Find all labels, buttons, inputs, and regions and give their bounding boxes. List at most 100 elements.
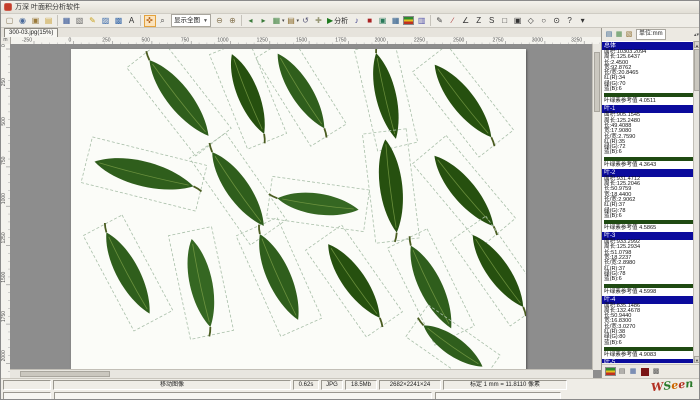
image-canvas[interactable] [10, 44, 601, 378]
svg-text:750: 750 [1, 156, 7, 165]
toolbar-separator [241, 15, 242, 26]
view-mode-dropdown[interactable]: 显示全图▼ [171, 14, 211, 27]
stats-table-icon[interactable]: ▤ [617, 367, 627, 377]
layer-settings-icon[interactable]: ▤ [285, 15, 297, 27]
angle-tool-icon[interactable]: ∠ [460, 15, 472, 27]
help-icon[interactable]: ? [564, 15, 576, 27]
scroll-thumb[interactable] [20, 371, 110, 377]
status-calibration-cell: 标定 1 mm = 11.8110 像素 [443, 380, 567, 390]
svg-text:0: 0 [69, 38, 72, 44]
canvas-horizontal-scrollbar[interactable] [10, 369, 593, 378]
measurement-row: 蓝(B):6 [602, 341, 695, 346]
chevron-down-icon: ▼ [203, 16, 208, 26]
magnifier-icon[interactable]: ⌕ [157, 15, 169, 27]
more-tools-icon[interactable]: ▾ [577, 15, 589, 27]
stop-icon[interactable]: ■ [364, 15, 376, 27]
analyze-button[interactable]: ▶分析 [327, 16, 348, 26]
leaf-color-swatch [604, 157, 693, 161]
leaf-blade [426, 58, 500, 144]
ellipse-tool-icon[interactable]: ⊙ [551, 15, 563, 27]
zoom-out-icon[interactable]: ⊖ [213, 15, 225, 27]
color-bar-icon[interactable] [403, 16, 414, 25]
leaf-stem [261, 134, 267, 143]
leaf-blade [92, 150, 197, 199]
filled-rect-tool-icon[interactable]: ▣ [512, 15, 524, 27]
export-icon[interactable]: ▧ [624, 30, 634, 40]
open-image-icon[interactable]: ▢ [4, 15, 16, 27]
leaf-blade [269, 49, 333, 134]
svg-text:1000: 1000 [1, 193, 7, 204]
status-size-cell: 18.5Mb [345, 380, 377, 390]
save-results-icon[interactable]: ▦ [628, 367, 638, 377]
print-icon[interactable]: ▧ [74, 15, 86, 27]
svg-text:2250: 2250 [414, 38, 425, 44]
marker-icon[interactable]: ✚ [312, 15, 324, 27]
record-icon[interactable] [641, 368, 649, 376]
camera-icon[interactable]: ◉ [17, 15, 29, 27]
unit-dropdown[interactable]: 单位:mm [636, 29, 666, 40]
svg-text:3250: 3250 [571, 38, 582, 44]
sound-icon[interactable]: ♪ [351, 15, 363, 27]
leaf-blade [374, 138, 408, 234]
leaf [451, 216, 526, 327]
paste-icon[interactable]: ▩ [113, 15, 125, 27]
leaf [412, 49, 514, 158]
chlorophyll-reference: 叶绿素参考值 4.5998 [602, 289, 695, 295]
application-window: 万深 叶面积分析软件 ▢◉▣▤▦▧✎▨▩A✜⌕显示全图▼⊖⊕◂▸▦▾▤▾↺✚▶分… [0, 0, 700, 400]
leaf-stem [521, 307, 526, 316]
zoom-in-icon[interactable]: ⊕ [226, 15, 238, 27]
save-icon[interactable]: ▦ [61, 15, 73, 27]
table-icon[interactable]: ▦ [390, 15, 402, 27]
color-scale-icon[interactable] [605, 367, 616, 376]
text-tool-icon[interactable]: A [126, 15, 138, 27]
status-mode-cell: 移动图像 [53, 380, 291, 390]
table-view-icon[interactable]: ▤ [604, 30, 614, 40]
status-message-cell [54, 392, 432, 400]
scroll-down-arrow[interactable]: ▼ [694, 356, 700, 363]
copy-icon[interactable]: ▨ [100, 15, 112, 27]
scroll-up-arrow[interactable]: ▲ [694, 41, 700, 48]
leaf-stem [416, 318, 425, 326]
svg-text:2500: 2500 [453, 38, 464, 44]
prev-image-icon[interactable]: ◂ [244, 15, 256, 27]
svg-text:1000: 1000 [217, 38, 228, 44]
analyze-label: 分析 [334, 16, 348, 26]
pen-tool-icon[interactable]: ✎ [434, 15, 446, 27]
next-image-icon[interactable]: ▸ [257, 15, 269, 27]
line-measure-icon[interactable]: ∕ [447, 15, 459, 27]
measurement-row: 蓝(B):6 [602, 87, 695, 92]
hand-tool-icon[interactable]: ✜ [144, 15, 156, 27]
svg-text:0: 0 [1, 44, 7, 47]
chart-view-icon[interactable]: ▦ [614, 30, 624, 40]
photo-icon[interactable]: ▣ [377, 15, 389, 27]
svg-text:1500: 1500 [1, 271, 7, 282]
leaf-color-swatch [604, 220, 693, 224]
leaf-result-section: 叶-1面积:905.1545周长:125.2480长:49.4088宽:17.9… [602, 105, 695, 167]
polygon-tool-icon[interactable]: ◇ [525, 15, 537, 27]
canvas-vertical-scrollbar[interactable] [592, 44, 601, 370]
folder-icon[interactable]: ▤ [43, 15, 55, 27]
leaf-blade [319, 238, 389, 325]
grid-settings-icon[interactable]: ▦ [270, 15, 282, 27]
curve-tool-icon[interactable]: S [486, 15, 498, 27]
scroll-thumb[interactable] [694, 49, 700, 91]
play-icon: ▶ [327, 16, 333, 25]
svg-text:2750: 2750 [492, 38, 503, 44]
svg-text:500: 500 [1, 117, 7, 126]
leaf-stem [407, 236, 414, 245]
undo-icon[interactable]: ↺ [299, 15, 311, 27]
scroll-thumb[interactable] [594, 52, 600, 112]
polyline-tool-icon[interactable]: Z [473, 15, 485, 27]
circle-tool-icon[interactable]: ○ [538, 15, 550, 27]
section-header[interactable]: 叶-5 [602, 359, 695, 363]
scanned-leaf-image[interactable] [71, 49, 526, 370]
rect-tool-icon[interactable]: □ [499, 15, 511, 27]
settings-icon[interactable]: ▩ [651, 367, 661, 377]
leaf-color-swatch [604, 347, 693, 351]
report-icon[interactable]: ▥ [416, 15, 428, 27]
panel-collapse-arrows[interactable]: ▴▾ [694, 32, 699, 38]
scan-icon[interactable]: ▣ [30, 15, 42, 27]
leaf-blade [464, 229, 526, 314]
edit-icon[interactable]: ✎ [87, 15, 99, 27]
panel-scrollbar[interactable]: ▲ ▼ [693, 41, 700, 363]
